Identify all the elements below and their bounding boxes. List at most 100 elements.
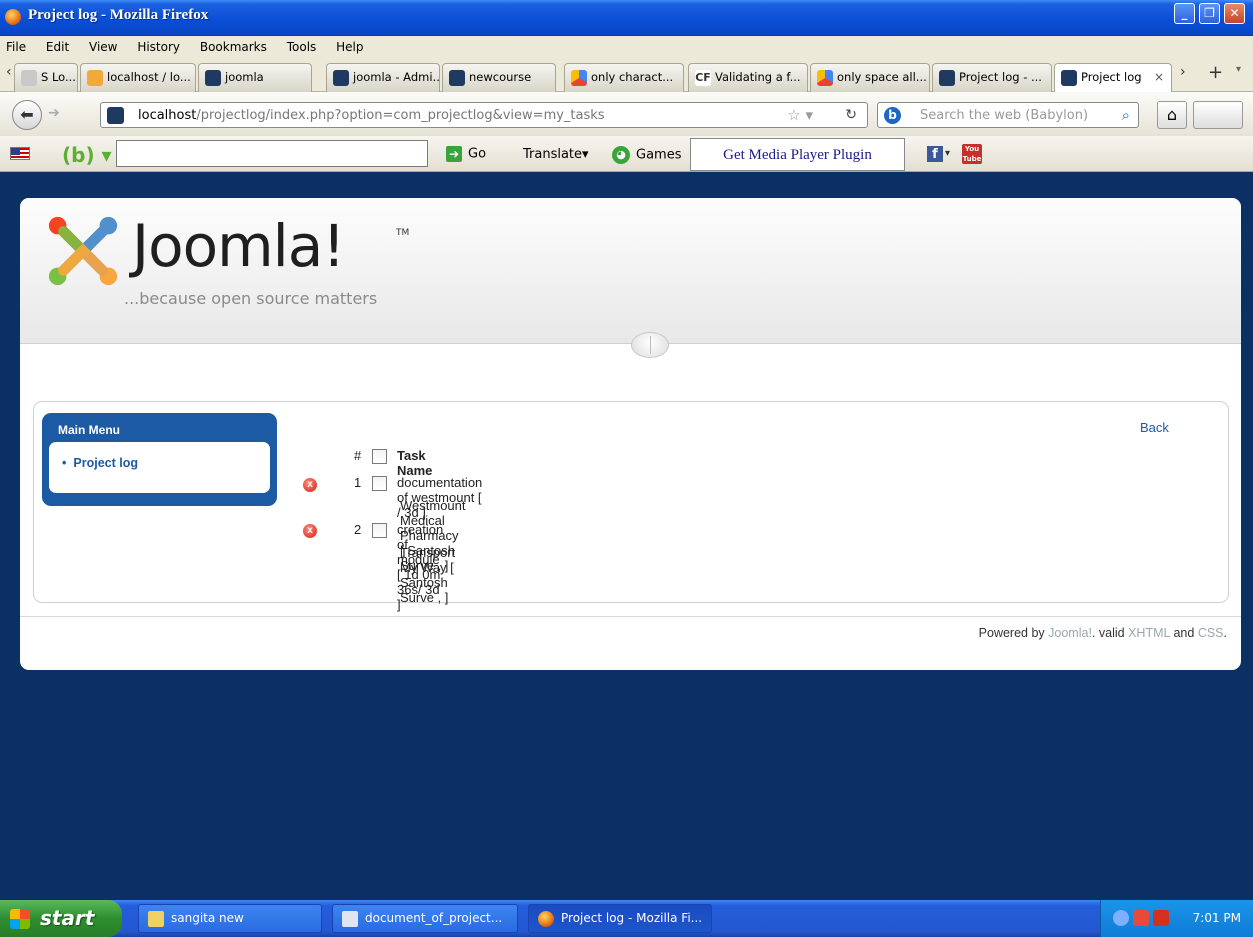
task-1-checkbox[interactable] [372, 476, 387, 491]
main-menu-body: Project log [49, 442, 270, 493]
taskbar-item-document[interactable]: document_of_project... [332, 904, 518, 933]
menu-edit[interactable]: Edit [46, 36, 69, 58]
footer-divider [20, 616, 1241, 617]
menu-bookmarks[interactable]: Bookmarks [200, 36, 267, 58]
menu-item-project-log[interactable]: Project log [62, 456, 138, 470]
minimize-button[interactable]: _ [1174, 3, 1195, 24]
back-button[interactable]: ⬅ [12, 100, 42, 130]
joomla-icon [205, 70, 221, 86]
cf-icon: CF [695, 70, 711, 86]
tab-list-icon[interactable]: ▾ [1236, 64, 1241, 75]
start-button[interactable]: start [0, 900, 122, 937]
joomla-container: Joomla! TM ...because open source matter… [20, 198, 1241, 670]
site-footer: Powered by Joomla!. valid XHTML and CSS. [979, 626, 1227, 640]
go-button[interactable]: ➔ Go [446, 146, 486, 162]
url-bar[interactable]: localhost/projectlog/index.php?option=co… [100, 102, 868, 128]
tab-10-active[interactable]: Project log × [1054, 63, 1172, 93]
bookmark-star-icon[interactable]: ☆ ▾ [787, 106, 813, 124]
tab-close-icon[interactable]: × [1154, 64, 1164, 91]
footer-prefix: Powered by [978, 626, 1045, 640]
reload-icon[interactable]: ↻ [845, 107, 857, 123]
go-arrow-icon: ➔ [446, 146, 462, 162]
youtube-icon[interactable]: You Tube [962, 144, 982, 164]
babylon-toolbar: (b) ▾ ➔ Go Translate▾ ◕ Games Get Media Pl… [0, 136, 1253, 172]
tab-1[interactable]: S Lo... [14, 63, 78, 92]
menu-tools[interactable]: Tools [287, 36, 317, 58]
tray-app-icon[interactable] [1133, 910, 1149, 926]
start-label: start [40, 906, 95, 930]
babylon-icon[interactable]: (b) ▾ [62, 143, 112, 167]
facebook-icon[interactable]: f [927, 146, 943, 162]
tray-search-icon[interactable] [1153, 910, 1169, 926]
tab-label: Project log [1081, 70, 1142, 84]
site-identity-icon [107, 107, 124, 124]
forward-button[interactable]: ➔ [48, 105, 60, 121]
games-icon: ◕ [612, 146, 630, 164]
back-link[interactable]: Back [1140, 420, 1169, 435]
babylon-engine-icon[interactable]: b [884, 107, 901, 124]
tray-expand-icon[interactable] [1113, 910, 1129, 926]
google-icon [817, 70, 833, 86]
us-flag-icon[interactable] [10, 147, 30, 160]
tab-label: newcourse [469, 70, 532, 84]
tab-label: only charact... [591, 70, 674, 84]
games-button[interactable]: ◕ Games [612, 146, 681, 164]
site-tagline: ...because open source matters [124, 289, 378, 308]
trademark-mark: TM [396, 228, 410, 238]
menu-view[interactable]: View [89, 36, 117, 58]
taskbar-item-sangita-new[interactable]: sangita new [138, 904, 322, 933]
tab-label: localhost / lo... [107, 70, 191, 84]
home-button[interactable]: ⌂ [1157, 101, 1187, 129]
folder-icon [148, 911, 164, 927]
tab-2[interactable]: localhost / lo... [80, 63, 196, 92]
menu-history[interactable]: History [137, 36, 180, 58]
search-placeholder: Search the web (Babylon) [920, 108, 1089, 123]
tab-label: Validating a f... [715, 70, 801, 84]
joomla-icon [333, 70, 349, 86]
page-viewport: Joomla! TM ...because open source matter… [6, 173, 1247, 900]
menu-file[interactable]: File [6, 36, 26, 58]
search-bar[interactable]: b Search the web (Babylon) ⌕ [877, 102, 1139, 128]
tab-4[interactable]: joomla - Admi... [326, 63, 440, 92]
footer-end: . [1223, 626, 1227, 640]
site-icon [21, 70, 37, 86]
tab-bar: ‹ S Lo... localhost / lo... joomla jooml… [0, 58, 1253, 93]
taskbar-item-firefox[interactable]: Project log - Mozilla Fi... [528, 904, 712, 933]
tab-3[interactable]: joomla [198, 63, 312, 92]
url-text[interactable]: localhost/projectlog/index.php?option=co… [138, 108, 605, 123]
nav-bar: ⬅ ➔ localhost/projectlog/index.php?optio… [0, 92, 1253, 136]
delete-task-2-icon[interactable]: x [303, 524, 317, 538]
tab-6[interactable]: only charact... [564, 63, 684, 92]
menu-help[interactable]: Help [336, 36, 363, 58]
delete-task-1-icon[interactable]: x [303, 478, 317, 492]
site-header: Joomla! TM ...because open source matter… [20, 198, 1241, 344]
task-2-number: 2 [354, 522, 362, 537]
translate-label: Translate [523, 147, 583, 162]
close-button[interactable]: ✕ [1224, 3, 1245, 24]
addon-button[interactable] [1193, 101, 1243, 129]
media-player-plugin-button[interactable]: Get Media Player Plugin [690, 138, 905, 171]
task-2-checkbox[interactable] [372, 523, 387, 538]
clock: 7:01 PM [1192, 911, 1241, 925]
games-label: Games [636, 147, 682, 163]
tabs-scroll-left-icon[interactable]: ‹ [6, 64, 12, 80]
go-label: Go [468, 146, 487, 162]
facebook-dropdown-icon[interactable]: ▾ [945, 148, 950, 159]
restore-button[interactable]: ❐ [1199, 3, 1220, 24]
task-1-number: 1 [354, 475, 362, 490]
footer-css-link[interactable]: CSS [1198, 626, 1224, 640]
tab-7[interactable]: CF Validating a f... [688, 63, 808, 92]
tab-9[interactable]: Project log - ... [932, 63, 1052, 92]
tab-5[interactable]: newcourse [442, 63, 556, 92]
tab-8[interactable]: only space all... [810, 63, 930, 92]
footer-xhtml-link[interactable]: XHTML [1128, 626, 1170, 640]
new-tab-icon[interactable]: + [1208, 62, 1223, 83]
tabs-scroll-right-icon[interactable]: › [1180, 64, 1186, 80]
select-all-checkbox[interactable] [372, 449, 387, 464]
footer-joomla-link[interactable]: Joomla! [1048, 626, 1092, 640]
search-icon[interactable]: ⌕ [1122, 106, 1130, 124]
system-tray: 7:01 PM [1100, 900, 1253, 937]
translate-button[interactable]: Translate▾ [523, 147, 589, 162]
toolbar-search-input[interactable] [116, 140, 428, 167]
windows-logo-icon [10, 909, 30, 929]
